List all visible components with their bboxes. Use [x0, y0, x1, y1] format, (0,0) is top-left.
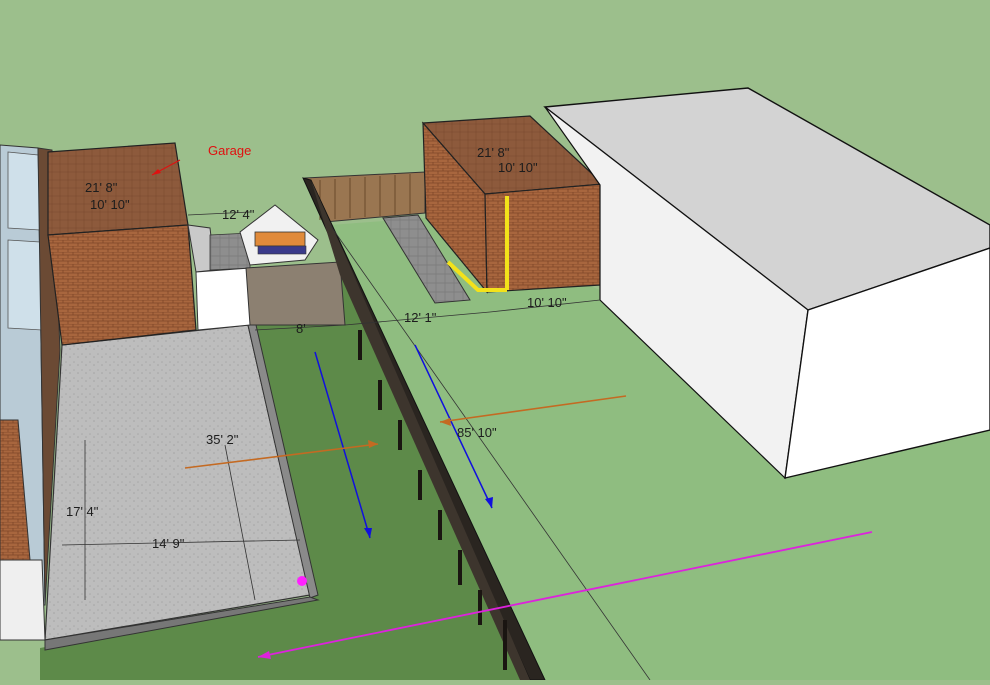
dim-yard-width: 12' 1": [404, 310, 437, 325]
vertex-marker: [297, 576, 307, 586]
dim-patio-width: 14' 9": [152, 536, 185, 551]
dim-side-path: 8': [296, 321, 306, 336]
dim-garage-left-width: 21' 8": [85, 180, 118, 195]
model-canvas[interactable]: Garage 21' 8" 10' 10" 21' 8" 10' 10" 12'…: [0, 0, 990, 681]
dim-garage-left-depth: 10' 10": [90, 197, 130, 212]
white-wall: [195, 267, 251, 331]
dim-gap-between: 12' 4": [222, 207, 255, 222]
dim-yard-length: 85' 10": [457, 425, 497, 440]
dim-garage-right-depth: 10' 10": [498, 160, 538, 175]
dim-garage-right-width: 21' 8": [477, 145, 510, 160]
dim-patio-length: 35' 2": [206, 432, 239, 447]
dim-garage-right-front: 10' 10": [527, 295, 567, 310]
garage-label: Garage: [208, 143, 251, 158]
board-fence: [245, 261, 346, 326]
sketchup-viewport[interactable]: Garage 21' 8" 10' 10" 21' 8" 10' 10" 12'…: [0, 0, 990, 681]
dim-patio-depth: 17' 4": [66, 504, 99, 519]
